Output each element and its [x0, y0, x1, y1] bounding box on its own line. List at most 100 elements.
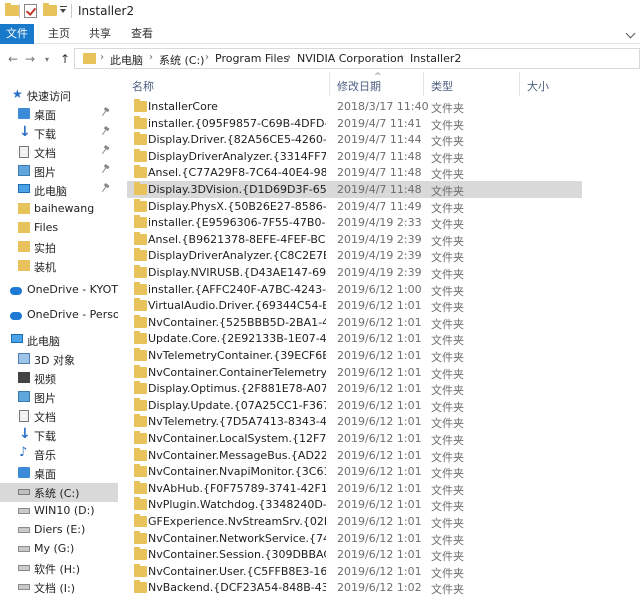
- file-date-modified: 2019/4/19 2:39: [337, 249, 422, 263]
- sidebar-item-label: Files: [34, 221, 59, 234]
- column-divider[interactable]: [519, 72, 520, 96]
- breadcrumb-program-files[interactable]: Program Files: [215, 52, 289, 65]
- file-row[interactable]: Display.PhysX.{50B26E27-8586-4DED... 2019…: [127, 198, 582, 215]
- sidebar-item-onedrive-kyoto[interactable]: OneDrive - KYOTO: [0, 281, 118, 300]
- sidebar-item-pictures[interactable]: 图片: [0, 162, 118, 181]
- file-row[interactable]: Ansel.{B9621378-8EFE-4FEF-BCB5-15... 2019…: [127, 231, 582, 248]
- sidebar-item-this-pc[interactable]: 此电脑: [0, 331, 118, 350]
- address-field[interactable]: › 此电脑 › 系统 (C:) › Program Files › NVIDIA…: [74, 48, 640, 69]
- file-row[interactable]: NvContainer.MessageBus.{AD226223... 2019/…: [127, 447, 582, 464]
- chevron-right-icon[interactable]: ›: [205, 52, 209, 63]
- sidebar-item-zhuangji[interactable]: 装机: [0, 257, 118, 276]
- file-date-modified: 2019/4/7 11:49: [337, 199, 422, 213]
- folder-icon: [134, 99, 147, 112]
- file-type: 文件夹: [431, 450, 464, 464]
- file-row[interactable]: Display.NVIRUSB.{D43AE147-69A8-4... 2019/…: [127, 264, 582, 281]
- file-row[interactable]: NvContainer.Session.{309DBBAC-D42... 2019…: [127, 546, 582, 563]
- expand-ribbon-icon[interactable]: [625, 28, 636, 39]
- file-row[interactable]: NvContainer.LocalSystem.{12F7C8C4-... 201…: [127, 430, 582, 447]
- file-date-modified: 2019/6/12 1:01: [337, 415, 422, 429]
- sidebar-item-drive-c[interactable]: 系统 (C:): [0, 483, 118, 502]
- properties-icon[interactable]: [24, 4, 37, 18]
- file-row[interactable]: NvContainer.ContainerTelemetryApiH... 201…: [127, 364, 582, 381]
- sidebar-item-pictures-pc[interactable]: 图片: [0, 388, 118, 407]
- sidebar-item-this-pc-pinned[interactable]: 此电脑: [0, 181, 118, 200]
- folder-icon: [18, 241, 30, 252]
- breadcrumb-this-pc[interactable]: 此电脑: [110, 52, 143, 68]
- file-row[interactable]: NvContainer.{525BBB5D-2BA1-4506-... 2019/…: [127, 314, 582, 331]
- sidebar-item-downloads[interactable]: 下载: [0, 124, 118, 143]
- file-row[interactable]: Update.Core.{2E92133B-1E07-4EA8-... 2019/…: [127, 330, 582, 347]
- file-row[interactable]: Display.Driver.{82A56CE5-4260-4B02-... 20…: [127, 131, 582, 148]
- sidebar-item-drive-g[interactable]: My (G:): [0, 540, 118, 559]
- file-row[interactable]: installer.{AFFC240F-A7BC-4243-A381-... 20…: [127, 281, 582, 298]
- file-date-modified: 2019/4/7 11:44: [337, 133, 422, 147]
- sidebar-item-documents-pc[interactable]: 文档: [0, 407, 118, 426]
- sidebar-item-downloads-pc[interactable]: 下载: [0, 426, 118, 445]
- file-row[interactable]: NvAbHub.{F0F75789-3741-42F1-9059... 2019/…: [127, 480, 582, 497]
- file-row[interactable]: installer.{E9596306-7F55-47B0-873A-... 20…: [127, 214, 582, 231]
- breadcrumb-drive-c[interactable]: 系统 (C:): [159, 52, 204, 68]
- file-row[interactable]: GFExperience.NvStreamSrv.{02F4FF0... 2019…: [127, 513, 582, 530]
- file-name: NvContainer.{525BBB5D-2BA1-4506-...: [148, 315, 326, 329]
- sidebar-item-music[interactable]: 音乐: [0, 445, 118, 464]
- chevron-right-icon[interactable]: ›: [287, 52, 291, 63]
- drive-icon: [18, 584, 30, 590]
- sidebar-item-label: 下载: [34, 128, 56, 141]
- new-folder-icon[interactable]: [43, 3, 57, 16]
- sidebar-item-desktop[interactable]: 桌面: [0, 105, 118, 124]
- file-row[interactable]: VirtualAudio.Driver.{69344C54-B364-... 20…: [127, 297, 582, 314]
- forward-icon[interactable]: →: [25, 52, 35, 66]
- sidebar-item-shipai[interactable]: 实拍: [0, 238, 118, 257]
- file-row[interactable]: installer.{095F9857-C69B-4DFD-AB69... 201…: [127, 115, 582, 132]
- file-row[interactable]: DisplayDriverAnalyzer.{C8C2E7E5-846... 20…: [127, 247, 582, 264]
- file-row[interactable]: DisplayDriverAnalyzer.{3314FF70-439... 20…: [127, 148, 582, 165]
- file-row[interactable]: NvBackend.{DCF23A54-848B-43A2-9... 2019/6…: [127, 579, 582, 596]
- sidebar-item-3d-objects[interactable]: 3D 对象: [0, 350, 118, 369]
- column-divider[interactable]: [423, 72, 424, 96]
- sidebar-item-videos[interactable]: 视频: [0, 369, 118, 388]
- file-type: 文件夹: [431, 102, 464, 115]
- file-row[interactable]: NvContainer.NetworkService.{74C1A... 2019…: [127, 530, 582, 547]
- recent-locations-icon[interactable]: ▾: [45, 55, 49, 64]
- customize-toolbar-icon[interactable]: [60, 6, 67, 14]
- sidebar-item-drive-e[interactable]: Diers (E:): [0, 521, 118, 540]
- chevron-right-icon[interactable]: ›: [149, 52, 153, 63]
- sidebar-item-drive-h[interactable]: 软件 (H:): [0, 559, 118, 578]
- sidebar-item-onedrive-personal[interactable]: OneDrive - Persona: [0, 306, 118, 325]
- breadcrumb-nvidia[interactable]: NVIDIA Corporation: [297, 52, 404, 65]
- chevron-right-icon[interactable]: ›: [400, 52, 404, 63]
- column-type[interactable]: 类型: [431, 78, 453, 94]
- column-name[interactable]: 名称: [132, 78, 154, 94]
- back-icon[interactable]: ←: [8, 52, 18, 66]
- sidebar-item-quick-access[interactable]: ★ 快速访问: [0, 86, 118, 105]
- chevron-right-icon[interactable]: ›: [100, 52, 104, 63]
- sidebar-item-baihewang[interactable]: baihewang: [0, 200, 118, 219]
- tab-home[interactable]: 主页: [48, 24, 70, 44]
- file-row[interactable]: Display.Update.{07A25CC1-F367-4B2... 2019…: [127, 397, 582, 414]
- file-row[interactable]: InstallerCore 2018/3/17 11:40 文件夹: [127, 98, 582, 115]
- file-row[interactable]: NvPlugin.Watchdog.{3348240D-D6FC... 2019/…: [127, 496, 582, 513]
- file-row[interactable]: Display.3DVision.{D1D69D3F-6546-41... 201…: [127, 181, 582, 198]
- sidebar-item-documents[interactable]: 文档: [0, 143, 118, 162]
- tab-file[interactable]: 文件: [0, 24, 34, 44]
- sidebar-item-drive-d[interactable]: WIN10 (D:): [0, 502, 118, 521]
- column-divider[interactable]: [329, 72, 330, 96]
- tab-share[interactable]: 共享: [89, 24, 111, 44]
- breadcrumb-installer2[interactable]: Installer2: [410, 52, 461, 65]
- up-icon[interactable]: ↑: [60, 52, 70, 66]
- file-row[interactable]: Display.Optimus.{2F881E78-A07D-44... 2019…: [127, 380, 582, 397]
- file-row[interactable]: NvContainer.NvapiMonitor.{3C6122B... 2019…: [127, 463, 582, 480]
- sidebar-item-files[interactable]: Files: [0, 219, 118, 238]
- file-row[interactable]: NvTelemetryContainer.{39ECF6B7-D4... 2019…: [127, 347, 582, 364]
- file-row[interactable]: Ansel.{C77A29F8-7C64-40E4-9850-7E... 2019…: [127, 164, 582, 181]
- column-size[interactable]: 大小: [527, 78, 549, 94]
- sidebar-item-desktop-pc[interactable]: 桌面: [0, 464, 118, 483]
- file-row[interactable]: NvContainer.User.{C5FFB8E3-161A-4... 2019…: [127, 563, 582, 580]
- file-row[interactable]: NvTelemetry.{7D5A7413-8343-4249-... 2019/…: [127, 413, 582, 430]
- column-date-modified[interactable]: 修改日期: [337, 78, 381, 94]
- drive-icon: [18, 546, 30, 552]
- sidebar-item-drive-i[interactable]: 文档 (I:): [0, 578, 118, 597]
- folder-icon: [134, 563, 147, 577]
- tab-view[interactable]: 查看: [131, 24, 153, 44]
